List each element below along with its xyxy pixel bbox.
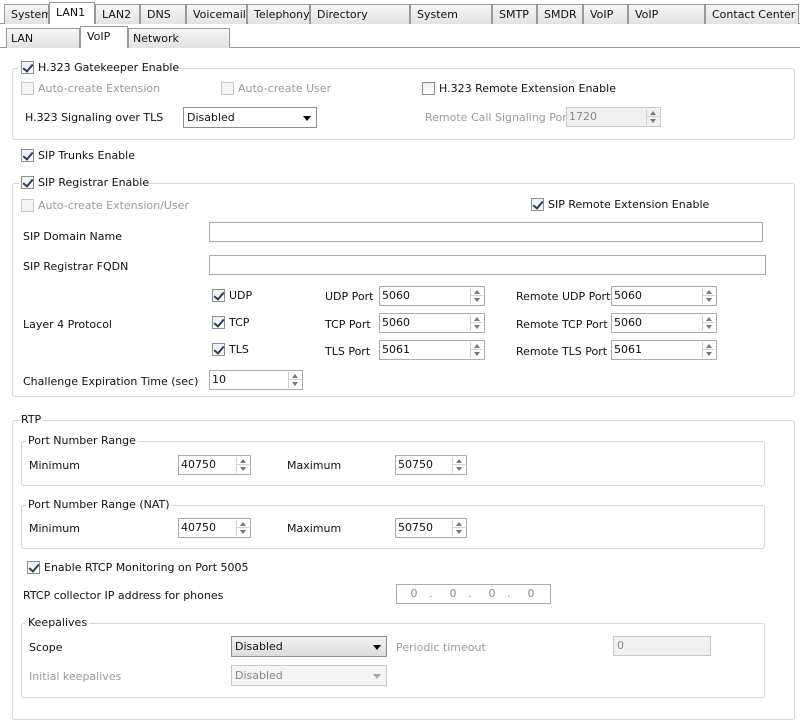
nat-max-label: Maximum bbox=[287, 522, 342, 535]
min-port-spinner[interactable]: 40750 bbox=[178, 455, 251, 475]
spinner-arrows-icon[interactable] bbox=[452, 520, 465, 536]
tab-directory-services[interactable]: Directory Services bbox=[310, 4, 410, 24]
h323-gatekeeper-checkbox[interactable]: H.323 Gatekeeper Enable bbox=[19, 61, 179, 75]
tab-lan-voip[interactable]: VoIP bbox=[80, 26, 128, 48]
tab-dns[interactable]: DNS bbox=[140, 4, 186, 24]
tab-smtp[interactable]: SMTP bbox=[492, 4, 537, 24]
periodic-timeout-input[interactable]: 0 bbox=[613, 636, 711, 656]
tcp-port-label: TCP Port bbox=[325, 318, 371, 331]
remote-udp-port-spinner[interactable]: 5060 bbox=[611, 286, 717, 306]
spinner-arrows-icon[interactable] bbox=[236, 457, 249, 473]
spinner-arrows-icon[interactable] bbox=[452, 457, 465, 473]
challenge-expiration-spinner[interactable]: 10 bbox=[209, 370, 303, 390]
rtcp-collector-label: RTCP collector IP address for phones bbox=[23, 589, 224, 602]
checkmark-icon bbox=[21, 61, 34, 74]
nat-max-port-spinner[interactable]: 50750 bbox=[395, 518, 467, 538]
min-label: Minimum bbox=[29, 459, 80, 472]
spinner-arrows-icon[interactable] bbox=[288, 372, 301, 388]
keepalives-title: Keepalives bbox=[26, 616, 90, 630]
checkmark-icon bbox=[27, 561, 40, 574]
h323-group bbox=[12, 68, 795, 140]
port-range-title: Port Number Range bbox=[26, 434, 138, 448]
spinner-arrows-icon[interactable] bbox=[702, 315, 715, 331]
tab-system[interactable]: System bbox=[4, 4, 49, 24]
tab-lan2[interactable]: LAN2 bbox=[95, 4, 140, 24]
checkmark-icon bbox=[21, 149, 34, 162]
periodic-timeout-label: Periodic timeout bbox=[396, 641, 486, 654]
h323-tls-select[interactable]: Disabled bbox=[183, 107, 317, 128]
tab-voicemail[interactable]: Voicemail bbox=[186, 4, 247, 24]
keepalives-group bbox=[21, 623, 765, 698]
initial-keepalives-label: Initial keepalives bbox=[29, 670, 122, 683]
tls-port-spinner[interactable]: 5061 bbox=[379, 340, 485, 360]
tab-smdr[interactable]: SMDR bbox=[537, 4, 583, 24]
checkmark-icon bbox=[212, 289, 225, 302]
nat-port-range-title: Port Number Range (NAT) bbox=[26, 498, 172, 512]
sub-tab-bar: LAN Settings VoIP Network Topology bbox=[0, 26, 800, 48]
remote-tcp-port-spinner[interactable]: 5060 bbox=[611, 313, 717, 333]
spinner-arrows-icon[interactable] bbox=[702, 288, 715, 304]
spinner-arrows-icon[interactable] bbox=[702, 342, 715, 358]
nat-min-port-spinner[interactable]: 40750 bbox=[178, 518, 251, 538]
tab-telephony[interactable]: Telephony bbox=[247, 4, 310, 24]
top-tab-bar: System LAN1 LAN2 DNS Voicemail Telephony… bbox=[0, 2, 800, 24]
tab-lan-settings[interactable]: LAN Settings bbox=[6, 28, 80, 48]
scope-label: Scope bbox=[29, 641, 63, 654]
nat-min-label: Minimum bbox=[29, 522, 80, 535]
sip-registrar-checkbox[interactable]: SIP Registrar Enable bbox=[19, 176, 149, 190]
spinner-arrows-icon[interactable] bbox=[470, 288, 483, 304]
sip-domain-label: SIP Domain Name bbox=[23, 230, 122, 243]
tcp-port-spinner[interactable]: 5060 bbox=[379, 313, 485, 333]
tab-contact-center[interactable]: Contact Center bbox=[705, 4, 799, 24]
tls-port-label: TLS Port bbox=[325, 345, 371, 358]
tab-voip-security[interactable]: VoIP Security bbox=[628, 4, 705, 24]
h323-tls-label: H.323 Signaling over TLS bbox=[25, 111, 164, 124]
udp-port-spinner[interactable]: 5060 bbox=[379, 286, 485, 306]
tab-voip[interactable]: VoIP bbox=[583, 4, 628, 24]
sip-domain-input[interactable] bbox=[209, 222, 763, 242]
remote-tls-port-label: Remote TLS Port bbox=[516, 345, 608, 358]
udp-port-label: UDP Port bbox=[325, 290, 374, 303]
remote-tcp-port-label: Remote TCP Port bbox=[516, 318, 608, 331]
tab-lan1[interactable]: LAN1 bbox=[49, 2, 95, 24]
scope-select[interactable]: Disabled bbox=[231, 636, 387, 657]
max-label: Maximum bbox=[287, 459, 342, 472]
spinner-arrows-icon[interactable] bbox=[236, 520, 249, 536]
remote-udp-port-label: Remote UDP Port bbox=[516, 290, 611, 303]
remote-call-signaling-port-spinner[interactable]: 1720 bbox=[566, 107, 661, 127]
tab-network-topology[interactable]: Network Topology bbox=[128, 28, 230, 48]
spinner-arrows-icon[interactable] bbox=[470, 342, 483, 358]
layer4-protocol-label: Layer 4 Protocol bbox=[23, 318, 112, 331]
max-port-spinner[interactable]: 50750 bbox=[395, 455, 467, 475]
sip-fqdn-label: SIP Registrar FQDN bbox=[23, 260, 129, 273]
remote-call-signaling-port-label: Remote Call Signaling Port bbox=[425, 111, 572, 124]
checkmark-icon bbox=[212, 316, 225, 329]
remote-tls-port-spinner[interactable]: 5061 bbox=[611, 340, 717, 360]
checkmark-icon bbox=[531, 198, 544, 211]
tab-system-events[interactable]: System Events bbox=[410, 4, 492, 24]
sip-fqdn-input[interactable] bbox=[209, 255, 766, 275]
challenge-expiration-label: Challenge Expiration Time (sec) bbox=[23, 375, 199, 388]
initial-keepalives-select[interactable]: Disabled bbox=[231, 665, 387, 686]
checkmark-icon bbox=[212, 343, 225, 356]
spinner-arrows-icon[interactable] bbox=[470, 315, 483, 331]
rtp-title: RTP bbox=[19, 413, 44, 427]
checkmark-icon bbox=[21, 176, 34, 189]
rtcp-collector-ip-input[interactable]: 0. 0. 0. 0 bbox=[396, 584, 551, 604]
spinner-arrows-icon[interactable] bbox=[646, 109, 659, 125]
